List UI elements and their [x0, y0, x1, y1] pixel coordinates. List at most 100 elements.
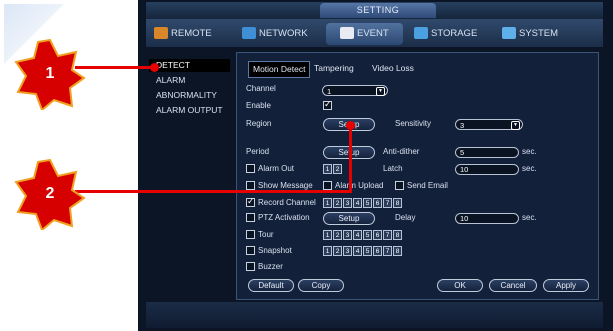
cancel-button[interactable]: Cancel: [489, 279, 537, 292]
tour-channel[interactable]: 3: [343, 230, 352, 240]
enable-label: Enable: [246, 101, 271, 110]
antidither-unit: sec.: [522, 147, 537, 156]
tab-remote[interactable]: REMOTE: [154, 23, 212, 45]
alarm-upload-label: Alarm Upload: [335, 181, 384, 190]
apply-button[interactable]: Apply: [543, 279, 589, 292]
alarm-out-channels: 1 2: [323, 164, 342, 174]
channel-label: Channel: [246, 84, 276, 93]
tour-channel[interactable]: 4: [353, 230, 362, 240]
show-message-checkbox[interactable]: [246, 181, 255, 190]
callout-1-number: 1: [45, 65, 55, 82]
network-icon: [242, 27, 256, 40]
period-label: Period: [246, 147, 270, 156]
snapshot-channel[interactable]: 2: [333, 246, 342, 256]
tour-channel[interactable]: 7: [383, 230, 392, 240]
latch-unit: sec.: [522, 164, 537, 173]
alarm-out-channel[interactable]: 1: [323, 164, 332, 174]
copy-button[interactable]: Copy: [298, 279, 344, 292]
alarm-upload-checkbox[interactable]: [323, 181, 332, 190]
alarm-out-checkbox[interactable]: [246, 164, 255, 173]
enable-checkbox[interactable]: [323, 99, 332, 110]
callout-2-badge: 2: [14, 158, 86, 230]
ptz-activation-checkbox[interactable]: [246, 213, 255, 222]
snapshot-channels: 1 2 3 4 5 6 7 8: [323, 246, 402, 256]
tab-network[interactable]: NETWORK: [242, 23, 308, 45]
alarm-out-label: Alarm Out: [258, 164, 295, 173]
record-channel[interactable]: 6: [373, 198, 382, 208]
record-channel-label: Record Channel: [258, 198, 316, 207]
snapshot-channel[interactable]: 6: [373, 246, 382, 256]
event-icon: [340, 27, 354, 40]
antidither-label: Anti-dither: [383, 147, 420, 156]
channel-select[interactable]: 1 ▼: [322, 85, 388, 96]
callout-2-number: 2: [45, 185, 55, 202]
buzzer-checkbox[interactable]: [246, 262, 255, 271]
delay-input[interactable]: 10: [455, 213, 519, 224]
tour-channel[interactable]: 5: [363, 230, 372, 240]
record-channel[interactable]: 3: [343, 198, 352, 208]
tour-checkbox[interactable]: [246, 230, 255, 239]
record-channel[interactable]: 5: [363, 198, 372, 208]
record-channels: 1 2 3 4 5 6 7 8: [323, 198, 402, 208]
snapshot-checkbox[interactable]: [246, 246, 255, 255]
record-channel[interactable]: 8: [393, 198, 402, 208]
sidebar-item-alarm[interactable]: ALARM: [156, 75, 185, 85]
tour-channel[interactable]: 2: [333, 230, 342, 240]
snapshot-channel[interactable]: 7: [383, 246, 392, 256]
delay-label: Delay: [395, 213, 416, 222]
record-channel[interactable]: 2: [333, 198, 342, 208]
latch-input[interactable]: 10: [455, 164, 519, 175]
tour-channel[interactable]: 8: [393, 230, 402, 240]
alarm-out-channel[interactable]: 2: [333, 164, 342, 174]
main-tab-bar: REMOTE NETWORK EVENT STORAGE SYSTEM: [146, 19, 603, 47]
tour-label: Tour: [258, 230, 274, 239]
status-bar: [146, 302, 603, 328]
tour-channels: 1 2 3 4 5 6 7 8: [323, 230, 402, 240]
snapshot-channel[interactable]: 1: [323, 246, 332, 256]
latch-label: Latch: [383, 164, 403, 173]
chevron-down-icon: ▼: [376, 87, 385, 96]
antidither-input[interactable]: 5: [455, 147, 519, 158]
callout-2-vertical-line: [349, 126, 352, 193]
subtab-motion-detect[interactable]: Motion Detect: [248, 61, 311, 78]
send-email-label: Send Email: [407, 181, 448, 190]
region-label: Region: [246, 119, 272, 128]
callout-2-line: [75, 190, 352, 193]
record-channel[interactable]: 4: [353, 198, 362, 208]
sensitivity-select[interactable]: 3 ▼: [455, 119, 523, 130]
tour-channel[interactable]: 1: [323, 230, 332, 240]
default-button[interactable]: Default: [248, 279, 294, 292]
system-icon: [502, 27, 516, 40]
snapshot-channel[interactable]: 4: [353, 246, 362, 256]
subtab-video-loss[interactable]: Video Loss: [372, 61, 414, 76]
content-panel: [236, 52, 599, 300]
subtab-tampering[interactable]: Tampering: [314, 61, 354, 76]
callout-1-dot: [150, 63, 159, 72]
delay-unit: sec.: [522, 213, 537, 222]
snapshot-channel[interactable]: 3: [343, 246, 352, 256]
remote-icon: [154, 27, 168, 40]
tab-system[interactable]: SYSTEM: [502, 23, 558, 45]
send-email-checkbox[interactable]: [395, 181, 404, 190]
tab-storage[interactable]: STORAGE: [414, 23, 477, 45]
sidebar-item-abnormality[interactable]: ABNORMALITY: [156, 90, 217, 100]
ptz-activation-label: PTZ Activation: [258, 213, 310, 222]
buzzer-label: Buzzer: [258, 262, 283, 271]
tab-event[interactable]: EVENT: [326, 23, 403, 45]
show-message-label: Show Message: [258, 181, 313, 190]
snapshot-channel[interactable]: 8: [393, 246, 402, 256]
record-channel-checkbox[interactable]: [246, 196, 255, 207]
sidebar: DETECT ALARM ABNORMALITY ALARM OUTPUT: [146, 56, 230, 296]
tour-channel[interactable]: 6: [373, 230, 382, 240]
sidebar-item-alarm-output[interactable]: ALARM OUTPUT: [156, 105, 223, 115]
snapshot-channel[interactable]: 5: [363, 246, 372, 256]
callout-2-dot: [346, 121, 355, 130]
storage-icon: [414, 27, 428, 40]
ok-button[interactable]: OK: [437, 279, 483, 292]
ptz-setup-button[interactable]: Setup: [323, 212, 375, 225]
record-channel[interactable]: 1: [323, 198, 332, 208]
sidebar-item-detect[interactable]: DETECT: [149, 59, 230, 72]
callout-1-badge: 1: [14, 38, 86, 110]
callout-1-line: [75, 66, 157, 69]
record-channel[interactable]: 7: [383, 198, 392, 208]
